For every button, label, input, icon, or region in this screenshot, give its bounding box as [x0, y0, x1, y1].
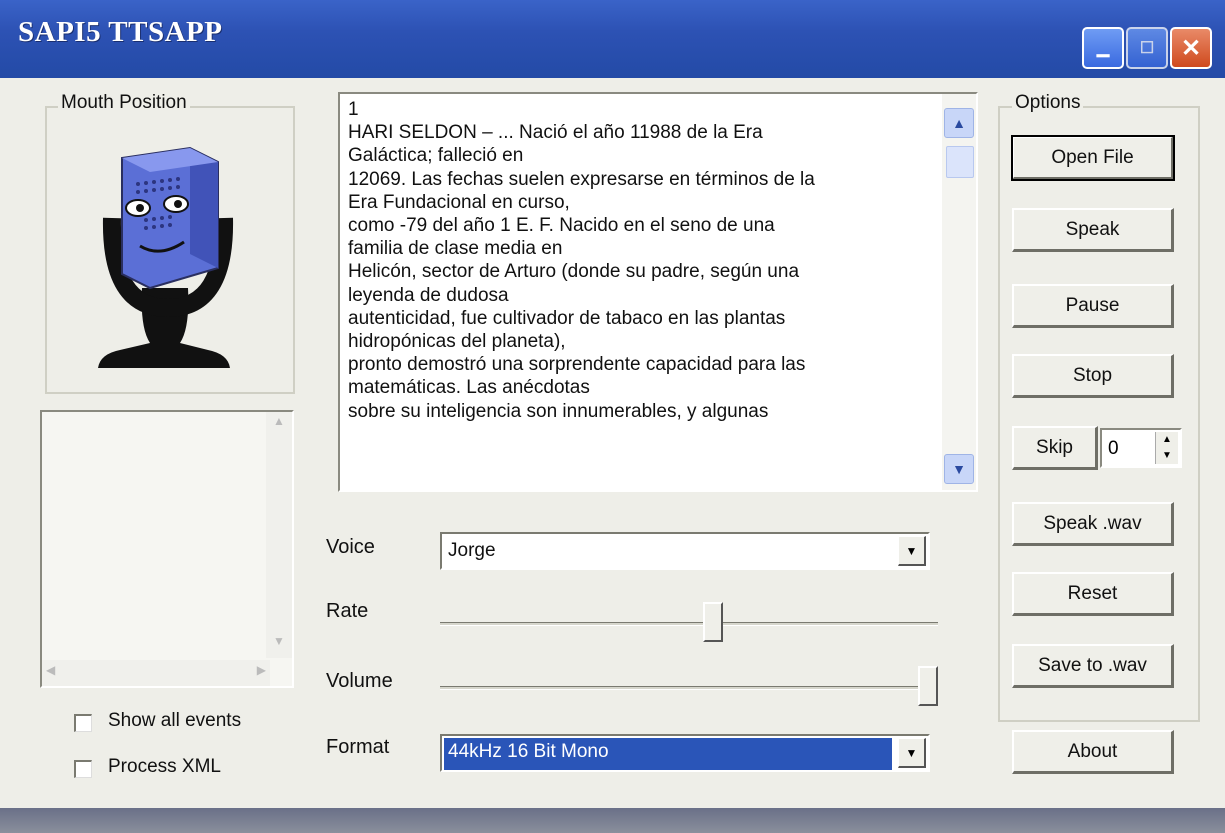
- voice-select[interactable]: Jorge ▼: [440, 532, 930, 570]
- scroll-up-icon[interactable]: ▲: [944, 108, 974, 138]
- open-file-button[interactable]: Open File: [1011, 135, 1175, 181]
- maximize-button[interactable]: ☐: [1126, 27, 1168, 69]
- skip-button[interactable]: Skip: [1012, 426, 1098, 470]
- volume-track: [440, 686, 938, 690]
- scroll-down-icon[interactable]: ▼: [268, 634, 290, 656]
- skip-count-field[interactable]: 0 ▲ ▼: [1100, 428, 1182, 468]
- volume-label: Volume: [326, 670, 393, 692]
- save-to-wav-button[interactable]: Save to .wav: [1012, 644, 1174, 688]
- rate-slider-thumb[interactable]: [702, 602, 723, 642]
- scroll-down-icon[interactable]: ▼: [944, 454, 974, 484]
- options-group: [998, 106, 1200, 722]
- about-button[interactable]: About: [1012, 730, 1174, 774]
- reset-button[interactable]: Reset: [1012, 572, 1174, 616]
- format-value: 44kHz 16 Bit Mono: [444, 738, 892, 770]
- window-title: SAPI5 TTSAPP: [18, 16, 223, 48]
- chevron-down-icon[interactable]: ▼: [898, 536, 926, 566]
- scroll-thumb[interactable]: [946, 146, 974, 178]
- maximize-icon: ☐: [1139, 40, 1155, 57]
- window-bottom-edge: [0, 808, 1225, 833]
- microphone-character-icon: [98, 146, 234, 368]
- scroll-right-icon[interactable]: ▶: [257, 663, 266, 677]
- minimize-icon: ▁: [1096, 40, 1110, 57]
- close-icon: ✕: [1180, 34, 1202, 62]
- mouth-position-label: Mouth Position: [58, 92, 190, 114]
- show-all-events-checkbox[interactable]: [74, 714, 92, 732]
- stepper-up-icon[interactable]: ▲: [1156, 432, 1178, 448]
- pause-button[interactable]: Pause: [1012, 284, 1174, 328]
- speak-wav-button[interactable]: Speak .wav: [1012, 502, 1174, 546]
- skip-stepper[interactable]: ▲ ▼: [1155, 432, 1178, 464]
- format-select[interactable]: 44kHz 16 Bit Mono ▼: [440, 734, 930, 772]
- chevron-down-icon[interactable]: ▼: [898, 738, 926, 768]
- stop-button[interactable]: Stop: [1012, 354, 1174, 398]
- show-all-events-label: Show all events: [108, 710, 242, 731]
- close-button[interactable]: ✕: [1170, 27, 1212, 69]
- stepper-down-icon[interactable]: ▼: [1156, 448, 1178, 464]
- text-content[interactable]: 1 HARI SELDON – ... Nació el año 11988 d…: [348, 98, 928, 478]
- voice-value: Jorge: [448, 540, 496, 561]
- title-bar: SAPI5 TTSAPP ▁ ☐ ✕: [0, 0, 1225, 78]
- events-list[interactable]: ▲ ▼ ◀ ▶: [40, 410, 294, 688]
- process-xml-label: Process XML: [108, 756, 221, 777]
- process-xml-checkbox[interactable]: [74, 760, 92, 778]
- skip-count-value: 0: [1108, 438, 1119, 459]
- text-vscroll[interactable]: ▲ ▼: [942, 94, 976, 490]
- events-vscroll[interactable]: ▲ ▼: [266, 412, 292, 658]
- scroll-up-icon[interactable]: ▲: [268, 414, 290, 436]
- voice-label: Voice: [326, 536, 375, 558]
- events-hscroll[interactable]: ◀ ▶: [42, 660, 270, 686]
- minimize-button[interactable]: ▁: [1082, 27, 1124, 69]
- volume-slider-thumb[interactable]: [918, 666, 938, 706]
- speak-button[interactable]: Speak: [1012, 208, 1174, 252]
- format-label: Format: [326, 736, 390, 758]
- rate-label: Rate: [326, 600, 369, 622]
- text-input-area[interactable]: 1 HARI SELDON – ... Nació el año 11988 d…: [338, 92, 978, 492]
- rate-track: [440, 622, 938, 626]
- scroll-left-icon[interactable]: ◀: [46, 663, 55, 677]
- client-area: Mouth Position ▲ ▼ ◀ ▶ Show all events P…: [0, 78, 1225, 808]
- options-label: Options: [1012, 92, 1084, 114]
